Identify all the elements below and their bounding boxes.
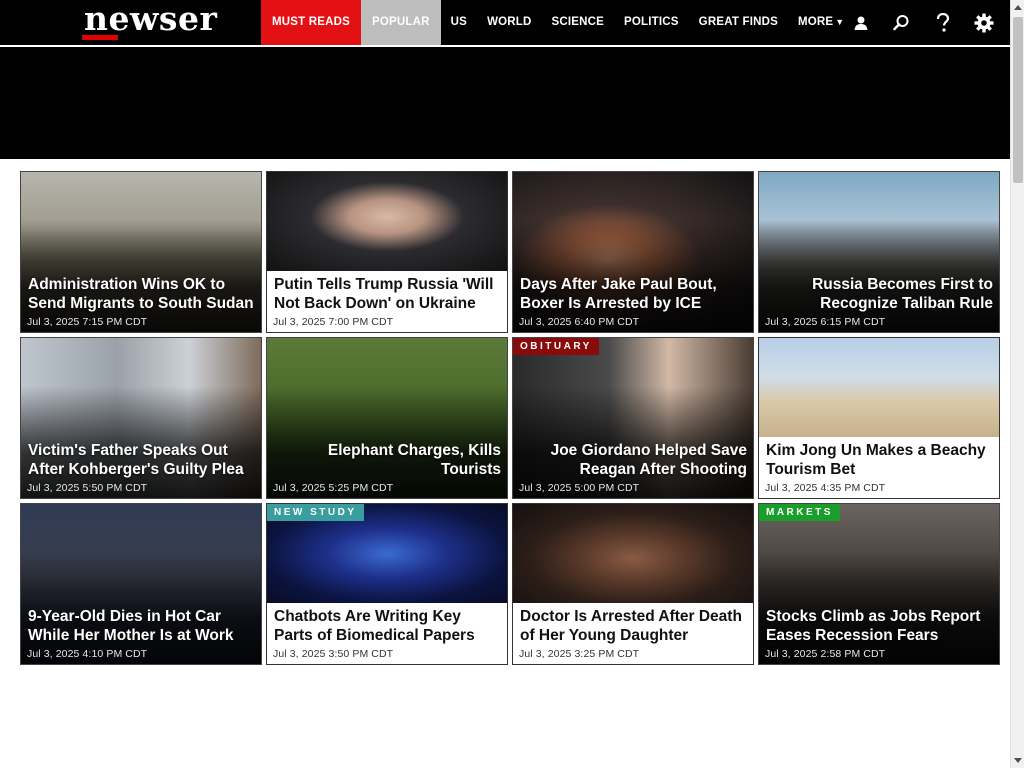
story-timestamp: Jul 3, 2025 6:15 PM CDT [765,316,886,328]
user-icon[interactable] [840,0,881,45]
story-headline[interactable]: Russia Becomes First to Recognize Taliba… [766,275,993,313]
nav-label: MORE [797,16,834,28]
newser-logo[interactable]: newser [84,2,217,36]
story-headline[interactable]: Elephant Charges, Kills Tourists [274,441,501,479]
story-headline[interactable]: Chatbots Are Writing Key Parts of Biomed… [274,607,501,645]
vertical-scrollbar[interactable] [1010,0,1024,768]
nav-label: POLITICS [624,16,679,28]
search-icon[interactable] [881,0,922,45]
story-headline[interactable]: Days After Jake Paul Bout, Boxer Is Arre… [520,275,747,313]
story-tile[interactable]: 9-Year-Old Dies in Hot Car While Her Mot… [20,503,262,665]
story-timestamp: Jul 3, 2025 7:15 PM CDT [27,316,148,328]
story-tile[interactable]: Putin Tells Trump Russia 'Will Not Back … [266,171,508,333]
category-badge: OBITUARY [513,338,599,355]
logo-accent-bar [82,35,118,40]
story-timestamp: Jul 3, 2025 5:00 PM CDT [519,482,640,494]
story-tile[interactable]: Elephant Charges, Kills Tourists Jul 3, 2… [266,337,508,499]
nav-label: US [450,16,468,28]
help-icon[interactable] [922,0,963,45]
nav-label: GREAT FINDS [698,16,778,28]
category-badge: MARKETS [759,504,840,521]
story-headline[interactable]: Stocks Climb as Jobs Report Eases Recess… [766,607,993,645]
story-timestamp: Jul 3, 2025 4:10 PM CDT [27,648,148,660]
story-tile[interactable]: Russia Becomes First to Recognize Taliba… [758,171,1000,333]
nav-label: WORLD [487,16,532,28]
scroll-down-arrow-icon[interactable] [1011,754,1024,768]
story-grid: Administration Wins OK to Send Migrants … [20,171,1000,665]
nav-us[interactable]: US [441,0,477,45]
story-headline[interactable]: Doctor Is Arrested After Death of Her Yo… [520,607,747,645]
nav-label: SCIENCE [551,16,605,28]
top-nav-bar: newser MUST READS POPULAR US WORLD SCIEN… [0,0,1010,45]
story-timestamp: Jul 3, 2025 6:40 PM CDT [519,316,640,328]
nav-label: MUST READS [272,16,351,28]
main-nav: MUST READS POPULAR US WORLD SCIENCE POLI… [261,0,854,45]
story-tile[interactable]: Days After Jake Paul Bout, Boxer Is Arre… [512,171,754,333]
story-tile[interactable]: Administration Wins OK to Send Migrants … [20,171,262,333]
scrollbar-thumb[interactable] [1013,17,1023,183]
story-timestamp: Jul 3, 2025 4:35 PM CDT [765,482,886,494]
nav-label: POPULAR [372,16,430,28]
story-headline[interactable]: Putin Tells Trump Russia 'Will Not Back … [274,275,501,313]
nav-science[interactable]: SCIENCE [542,0,615,45]
story-timestamp: Jul 3, 2025 7:00 PM CDT [273,316,394,328]
story-headline[interactable]: Kim Jong Un Makes a Beachy Tourism Bet [766,441,993,479]
story-tile[interactable]: Victim's Father Speaks Out After Kohberg… [20,337,262,499]
story-headline[interactable]: Joe Giordano Helped Save Reagan After Sh… [520,441,747,479]
story-tile[interactable]: OBITUARY Joe Giordano Helped Save Reagan … [512,337,754,499]
scroll-up-arrow-icon[interactable] [1011,0,1024,14]
story-tile[interactable]: MARKETS Stocks Climb as Jobs Report Eases… [758,503,1000,665]
story-tile[interactable]: Doctor Is Arrested After Death of Her Yo… [512,503,754,665]
story-headline[interactable]: Victim's Father Speaks Out After Kohberg… [28,441,255,479]
nav-icon-group [840,0,1004,45]
story-image[interactable] [759,338,999,437]
story-timestamp: Jul 3, 2025 3:25 PM CDT [519,648,640,660]
story-timestamp: Jul 3, 2025 5:25 PM CDT [273,482,394,494]
nav-must-reads[interactable]: MUST READS [261,0,362,45]
story-headline[interactable]: 9-Year-Old Dies in Hot Car While Her Mot… [28,607,255,645]
category-badge: NEW STUDY [267,504,364,521]
story-timestamp: Jul 3, 2025 2:58 PM CDT [765,648,886,660]
story-timestamp: Jul 3, 2025 3:50 PM CDT [273,648,394,660]
ad-banner-area [0,47,1010,159]
story-headline[interactable]: Administration Wins OK to Send Migrants … [28,275,255,313]
nav-world[interactable]: WORLD [477,0,541,45]
story-image[interactable] [513,504,753,603]
gear-icon[interactable] [963,0,1004,45]
story-timestamp: Jul 3, 2025 5:50 PM CDT [27,482,148,494]
story-tile[interactable]: NEW STUDY Chatbots Are Writing Key Parts … [266,503,508,665]
story-image[interactable] [267,172,507,271]
nav-great-finds[interactable]: GREAT FINDS [689,0,788,45]
nav-popular[interactable]: POPULAR [361,0,441,45]
story-tile[interactable]: Kim Jong Un Makes a Beachy Tourism Bet Ju… [758,337,1000,499]
nav-politics[interactable]: POLITICS [614,0,689,45]
